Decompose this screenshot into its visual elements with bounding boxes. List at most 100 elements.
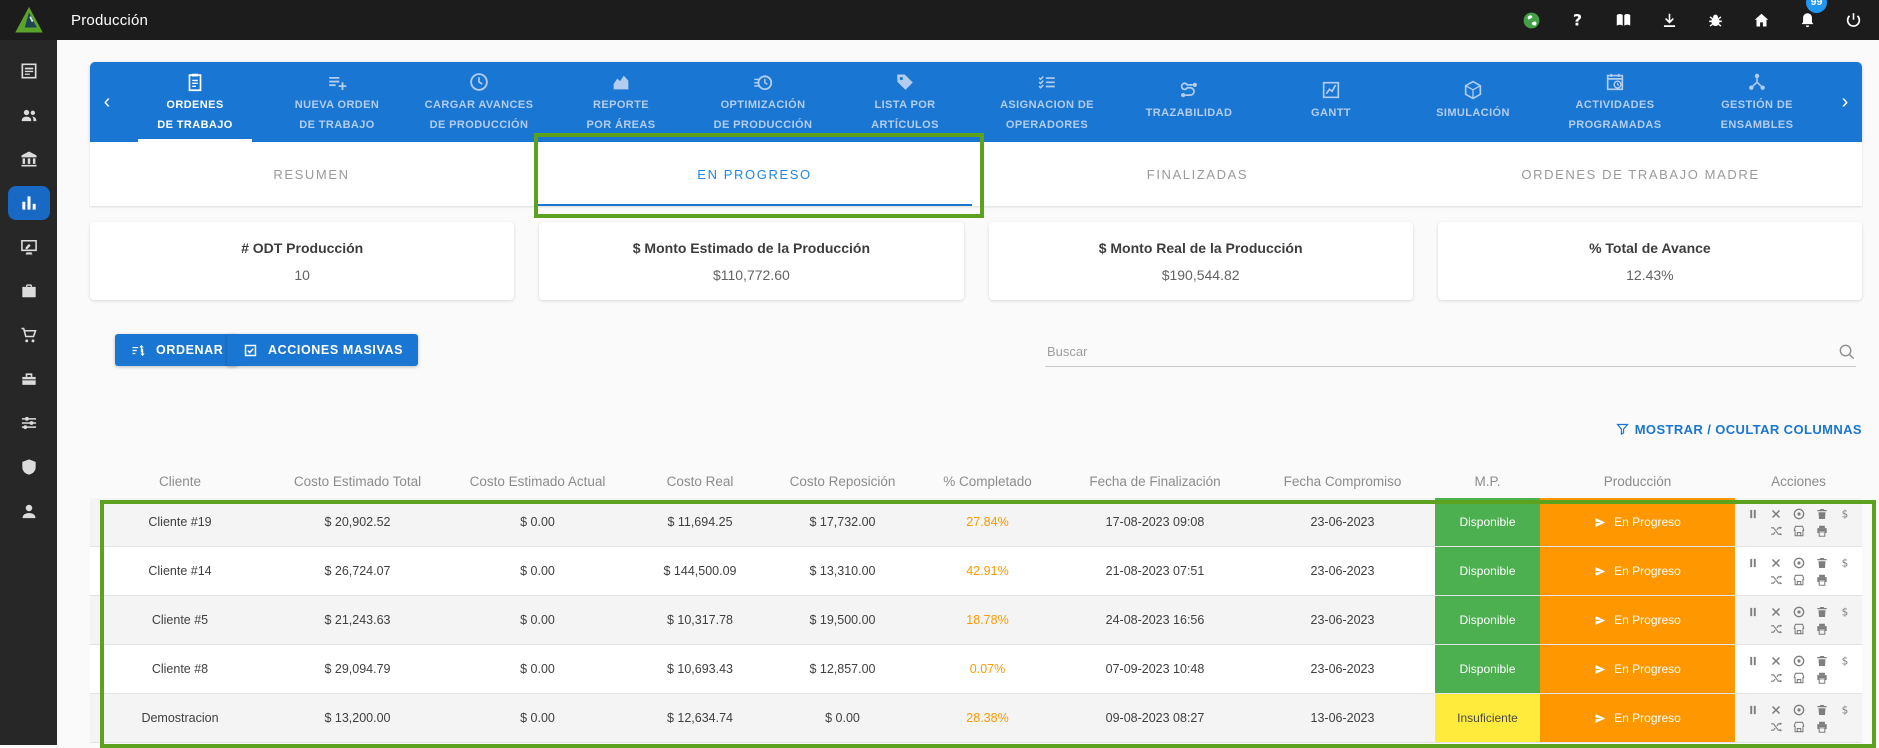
module-tabbar: ‹ ORDENESDE TRABAJO NUEVA ORDENDE TRABAJ…	[90, 62, 1862, 142]
tab-cargar-avances[interactable]: CARGAR AVANCESDE PRODUCCIÓN	[408, 62, 550, 142]
tab-actividades-programadas[interactable]: ACTIVIDADESPROGRAMADAS	[1544, 62, 1686, 142]
cost-button[interactable]	[1838, 605, 1852, 619]
cost-button[interactable]	[1838, 507, 1852, 521]
warehouse-button[interactable]	[1792, 573, 1806, 587]
tabs-scroll-right[interactable]: ›	[1828, 62, 1862, 142]
mp-status-badge: Disponible	[1435, 645, 1540, 693]
close-icon	[1769, 703, 1783, 717]
search-input[interactable]	[1045, 343, 1837, 360]
sidebar-item-article[interactable]	[8, 54, 50, 88]
tab-asignacion-operadores[interactable]: ASIGNACION DEOPERADORES	[976, 62, 1118, 142]
delete-button[interactable]	[1815, 703, 1829, 717]
history-button[interactable]	[1792, 507, 1806, 521]
sidebar-item-toolbox[interactable]	[8, 362, 50, 396]
shuffle-button[interactable]	[1769, 671, 1783, 685]
home-icon[interactable]	[1752, 11, 1771, 30]
delete-button[interactable]	[1815, 507, 1829, 521]
production-status-badge: En Progreso	[1540, 694, 1735, 742]
print-icon	[1815, 573, 1829, 587]
print-button[interactable]	[1815, 671, 1829, 685]
subtab-en-progreso[interactable]: EN PROGRESO	[533, 142, 976, 206]
sidebar-item-kiosk[interactable]	[8, 230, 50, 264]
pause-button[interactable]	[1746, 556, 1760, 570]
print-button[interactable]	[1815, 573, 1829, 587]
cancel-button[interactable]	[1769, 507, 1783, 521]
book-icon[interactable]	[1614, 11, 1633, 30]
sidebar-item-user[interactable]	[8, 494, 50, 528]
sidebar-item-users[interactable]	[8, 98, 50, 132]
sidebar-item-shield[interactable]	[8, 450, 50, 484]
app-logo[interactable]	[0, 5, 57, 35]
warehouse-button[interactable]	[1792, 671, 1806, 685]
tab-ordenes-de-trabajo[interactable]: ORDENESDE TRABAJO	[124, 62, 266, 142]
shuffle-icon	[1769, 720, 1783, 734]
history-button[interactable]	[1792, 654, 1806, 668]
cancel-button[interactable]	[1769, 605, 1783, 619]
warehouse-button[interactable]	[1792, 622, 1806, 636]
shuffle-button[interactable]	[1769, 524, 1783, 538]
shuffle-button[interactable]	[1769, 622, 1783, 636]
close-icon	[1769, 556, 1783, 570]
delete-button[interactable]	[1815, 605, 1829, 619]
cell-costo-reposicion: $ 17,732.00	[770, 498, 915, 546]
topbar-actions: 99	[1522, 11, 1879, 30]
sidebar-item-cart[interactable]	[8, 318, 50, 352]
history-button[interactable]	[1792, 556, 1806, 570]
cost-button[interactable]	[1838, 556, 1852, 570]
tab-trazabilidad[interactable]: TRAZABILIDAD	[1118, 62, 1260, 142]
history-button[interactable]	[1792, 605, 1806, 619]
cost-button[interactable]	[1838, 703, 1852, 717]
tab-gantt[interactable]: GANTT	[1260, 62, 1402, 142]
delete-button[interactable]	[1815, 654, 1829, 668]
tab-gestion-ensambles[interactable]: GESTIÓN DEENSAMBLES	[1686, 62, 1828, 142]
production-status-badge: En Progreso	[1540, 498, 1735, 546]
bug-icon[interactable]	[1706, 11, 1725, 30]
cell-costo-estimado-actual: $ 0.00	[445, 547, 630, 595]
tab-lista-articulos[interactable]: LISTA PORARTÍCULOS	[834, 62, 976, 142]
users-icon	[19, 105, 39, 125]
pause-button[interactable]	[1746, 703, 1760, 717]
pause-button[interactable]	[1746, 654, 1760, 668]
globe-icon[interactable]	[1522, 11, 1541, 30]
sidebar-item-briefcase[interactable]	[8, 274, 50, 308]
warehouse-button[interactable]	[1792, 524, 1806, 538]
cost-button[interactable]	[1838, 654, 1852, 668]
subtab-finalizadas[interactable]: FINALIZADAS	[976, 142, 1419, 206]
bell-icon[interactable]: 99	[1798, 11, 1817, 30]
card-odt-produccion: # ODT Producción 10	[90, 222, 514, 300]
pause-button[interactable]	[1746, 605, 1760, 619]
delete-button[interactable]	[1815, 556, 1829, 570]
history-button[interactable]	[1792, 703, 1806, 717]
cell-fecha-finalizacion: 07-09-2023 10:48	[1060, 645, 1250, 693]
sort-button[interactable]: ORDENAR	[115, 334, 238, 366]
sidebar-item-bank[interactable]	[8, 142, 50, 176]
cancel-button[interactable]	[1769, 556, 1783, 570]
bulk-actions-button[interactable]: ACCIONES MASIVAS	[227, 334, 418, 366]
tab-optimizacion[interactable]: OPTIMIZACIÓNDE PRODUCCIÓN	[692, 62, 834, 142]
tabs-scroll-left[interactable]: ‹	[90, 62, 124, 142]
tab-simulacion[interactable]: SIMULACIÓN	[1402, 62, 1544, 142]
cancel-button[interactable]	[1769, 654, 1783, 668]
download-icon[interactable]	[1660, 11, 1679, 30]
page-title: Producción	[71, 12, 148, 29]
tab-nueva-orden[interactable]: NUEVA ORDENDE TRABAJO	[266, 62, 408, 142]
sidebar-item-production[interactable]	[8, 186, 50, 220]
cell-costo-estimado-total: $ 20,902.52	[270, 498, 445, 546]
power-icon[interactable]	[1844, 11, 1863, 30]
warehouse-button[interactable]	[1792, 720, 1806, 734]
sidebar-item-sliders[interactable]	[8, 406, 50, 440]
print-button[interactable]	[1815, 720, 1829, 734]
print-button[interactable]	[1815, 622, 1829, 636]
show-hide-columns-link[interactable]: MOSTRAR / OCULTAR COLUMNAS	[1615, 422, 1862, 437]
shuffle-button[interactable]	[1769, 720, 1783, 734]
cancel-button[interactable]	[1769, 703, 1783, 717]
pause-button[interactable]	[1746, 507, 1760, 521]
tab-reporte-areas[interactable]: REPORTEPOR ÁREAS	[550, 62, 692, 142]
help-icon[interactable]	[1568, 11, 1587, 30]
print-button[interactable]	[1815, 524, 1829, 538]
shuffle-button[interactable]	[1769, 573, 1783, 587]
col-completado: % Completado	[915, 464, 1060, 498]
subtab-ordenes-madre[interactable]: ORDENES DE TRABAJO MADRE	[1419, 142, 1862, 206]
send-icon	[1594, 712, 1607, 725]
subtab-resumen[interactable]: RESUMEN	[90, 142, 533, 206]
